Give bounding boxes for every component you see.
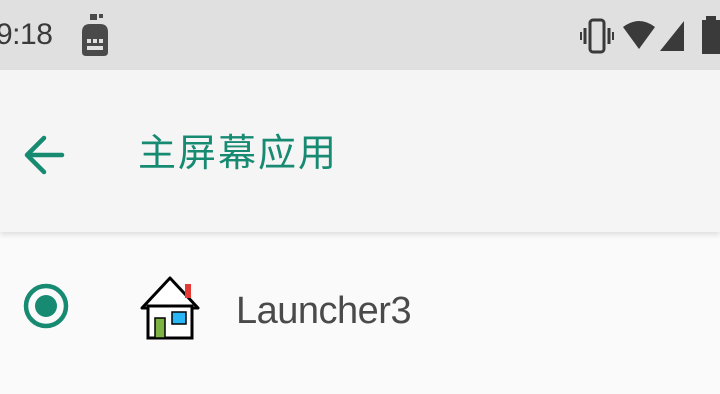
launcher3-house-icon: [138, 274, 202, 342]
status-time: 9:18: [0, 18, 53, 51]
back-button[interactable]: [14, 128, 74, 182]
list-item-launcher3[interactable]: Launcher3: [0, 236, 720, 386]
app-label: Launcher3: [236, 290, 412, 332]
page-title: 主屏幕应用: [138, 131, 339, 175]
wifi-icon: [622, 19, 656, 53]
vibrate-icon: [580, 16, 614, 56]
signal-icon: [658, 19, 686, 53]
radio-button-selected[interactable]: [20, 280, 72, 332]
status-icons: [580, 16, 720, 56]
app-bar: 主屏幕应用: [0, 70, 720, 232]
arrow-back-icon: [24, 135, 65, 175]
status-bar: 9:18: [0, 0, 720, 70]
notification-app-icon: [78, 12, 112, 58]
battery-icon: [700, 16, 720, 56]
